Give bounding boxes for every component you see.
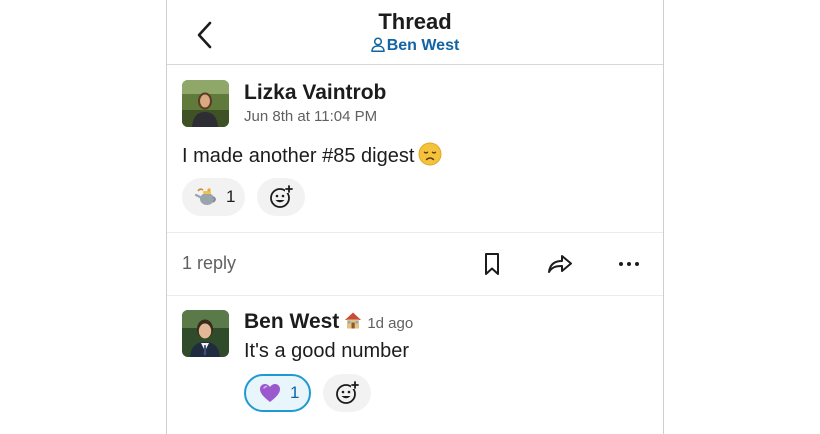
purple-heart-icon <box>260 384 280 402</box>
divider <box>167 295 663 296</box>
author-line: Ben West 1d ago <box>244 310 413 336</box>
thread-actions-bar: 1 reply <box>167 233 663 295</box>
thread-screen: Thread Ben West Lizka Vaintrob Jun 8th a… <box>166 0 664 434</box>
author-name[interactable]: Ben West <box>244 310 339 333</box>
disappointed-face-icon <box>418 142 442 172</box>
message-text: I made another #85 digest <box>182 142 442 172</box>
add-reaction-button[interactable] <box>323 374 372 412</box>
reaction-count: 1 <box>290 383 300 402</box>
share-icon[interactable] <box>546 251 574 277</box>
thread-user-name: Ben West <box>386 37 460 54</box>
thread-user-link[interactable]: Ben West <box>167 37 663 55</box>
reply-text: It's a good number <box>244 340 410 362</box>
bookmark-icon[interactable] <box>478 251 506 277</box>
house-icon <box>343 310 363 336</box>
reaction-bar: 1 <box>182 178 306 216</box>
add-emoji-icon <box>336 381 360 404</box>
thread-header: Thread Ben West <box>167 0 663 65</box>
avatar[interactable] <box>182 310 229 357</box>
page-title: Thread <box>378 9 452 34</box>
person-icon <box>370 37 385 53</box>
avatar[interactable] <box>182 80 229 127</box>
message-timestamp: Jun 8th at 11:04 PM <box>244 108 378 125</box>
add-reaction-button[interactable] <box>257 178 306 216</box>
message-text-content: I made another #85 digest <box>182 145 415 167</box>
more-icon[interactable] <box>615 251 643 277</box>
reaction-pill-selected[interactable]: 1 <box>244 374 312 412</box>
reaction-count: 1 <box>226 187 236 206</box>
add-emoji-icon <box>270 185 294 208</box>
tea-pot-icon <box>194 188 216 205</box>
reaction-bar: 1 <box>244 374 372 412</box>
reaction-pill[interactable]: 1 <box>182 178 246 216</box>
author-name[interactable]: Lizka Vaintrob <box>244 81 386 105</box>
reply-count-link[interactable]: 1 reply <box>182 253 236 274</box>
message-timestamp: 1d ago <box>367 315 414 332</box>
